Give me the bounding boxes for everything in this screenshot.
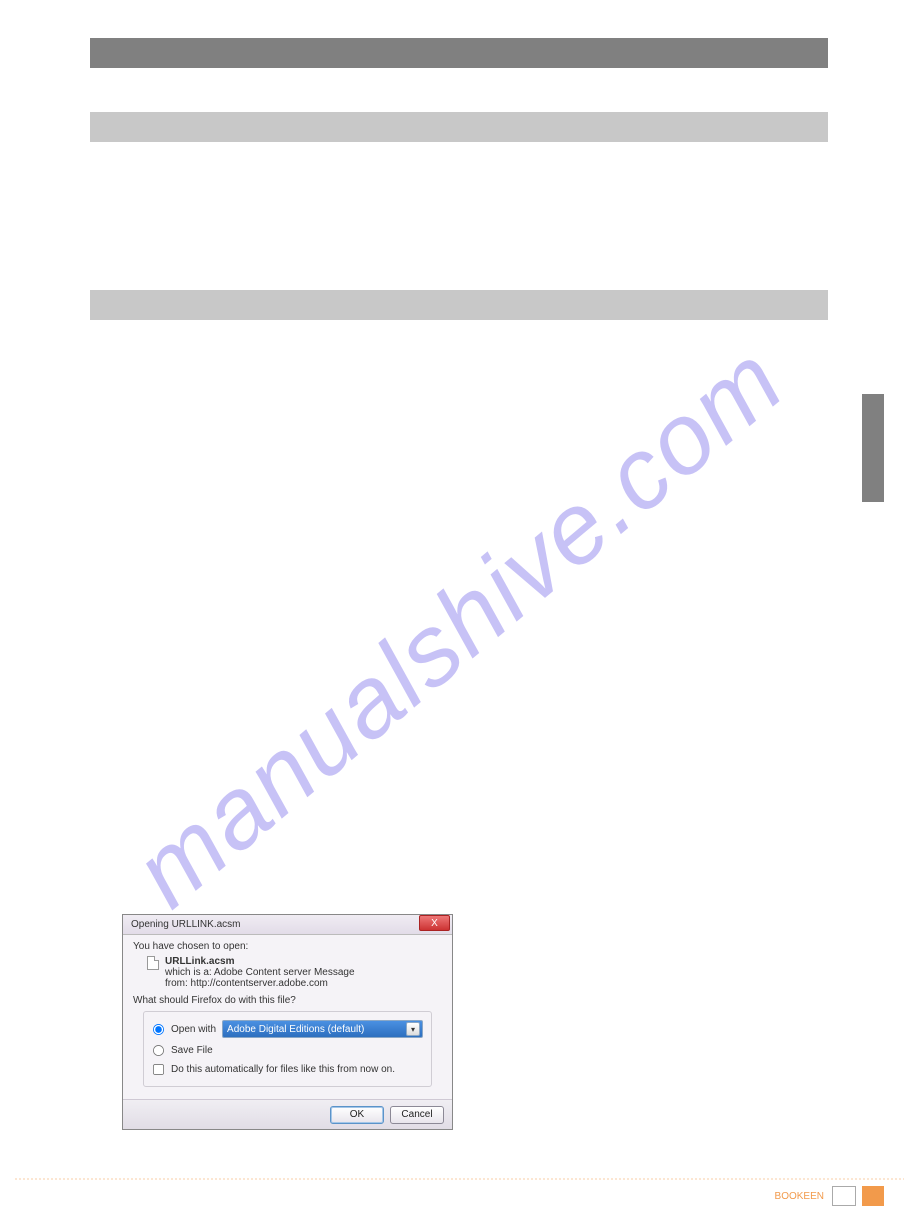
save-file-radio[interactable] xyxy=(153,1045,164,1056)
open-with-radio[interactable] xyxy=(153,1023,164,1034)
selected-application: Adobe Digital Editions (default) xyxy=(227,1024,364,1035)
open-with-row[interactable]: Open with Adobe Digital Editions (defaul… xyxy=(152,1020,423,1038)
save-file-label: Save File xyxy=(171,1045,213,1056)
open-with-label: Open with xyxy=(171,1024,216,1035)
application-select[interactable]: Adobe Digital Editions (default) ▾ xyxy=(222,1020,423,1038)
footer-brand: BOOKEEN xyxy=(775,1191,824,1202)
section-bar-1 xyxy=(90,112,828,142)
options-group: Open with Adobe Digital Editions (defaul… xyxy=(143,1011,432,1087)
ok-button[interactable]: OK xyxy=(330,1106,384,1124)
save-file-row[interactable]: Save File xyxy=(152,1044,423,1057)
footer-accent xyxy=(862,1186,884,1206)
dialog-buttons: OK Cancel xyxy=(123,1099,452,1129)
footer-divider xyxy=(14,1178,904,1180)
firefox-download-dialog: Opening URLLINK.acsm X You have chosen t… xyxy=(122,914,453,1130)
watermark: manualshive.com xyxy=(113,322,806,930)
file-name: URLLink.acsm xyxy=(165,956,355,967)
chevron-down-icon: ▾ xyxy=(406,1022,420,1036)
close-icon: X xyxy=(431,918,438,929)
header-dark-bar xyxy=(90,38,828,68)
file-icon xyxy=(147,956,159,970)
side-tab xyxy=(862,394,884,502)
file-source: from: http://contentserver.adobe.com xyxy=(165,978,355,989)
auto-checkbox[interactable] xyxy=(153,1064,164,1075)
dialog-title: Opening URLLINK.acsm xyxy=(131,919,241,930)
page-number-box xyxy=(832,1186,856,1206)
dialog-question: What should Firefox do with this file? xyxy=(133,995,442,1006)
auto-action-row[interactable]: Do this automatically for files like thi… xyxy=(152,1063,423,1076)
cancel-button[interactable]: Cancel xyxy=(390,1106,444,1124)
dialog-titlebar: Opening URLLINK.acsm X xyxy=(123,915,452,935)
section-bar-2 xyxy=(90,290,828,320)
file-type: which is a: Adobe Content server Message xyxy=(165,967,355,978)
chosen-label: You have chosen to open: xyxy=(133,941,442,952)
close-button[interactable]: X xyxy=(419,915,450,931)
auto-label: Do this automatically for files like thi… xyxy=(171,1064,395,1075)
page-footer: BOOKEEN xyxy=(0,1178,918,1206)
